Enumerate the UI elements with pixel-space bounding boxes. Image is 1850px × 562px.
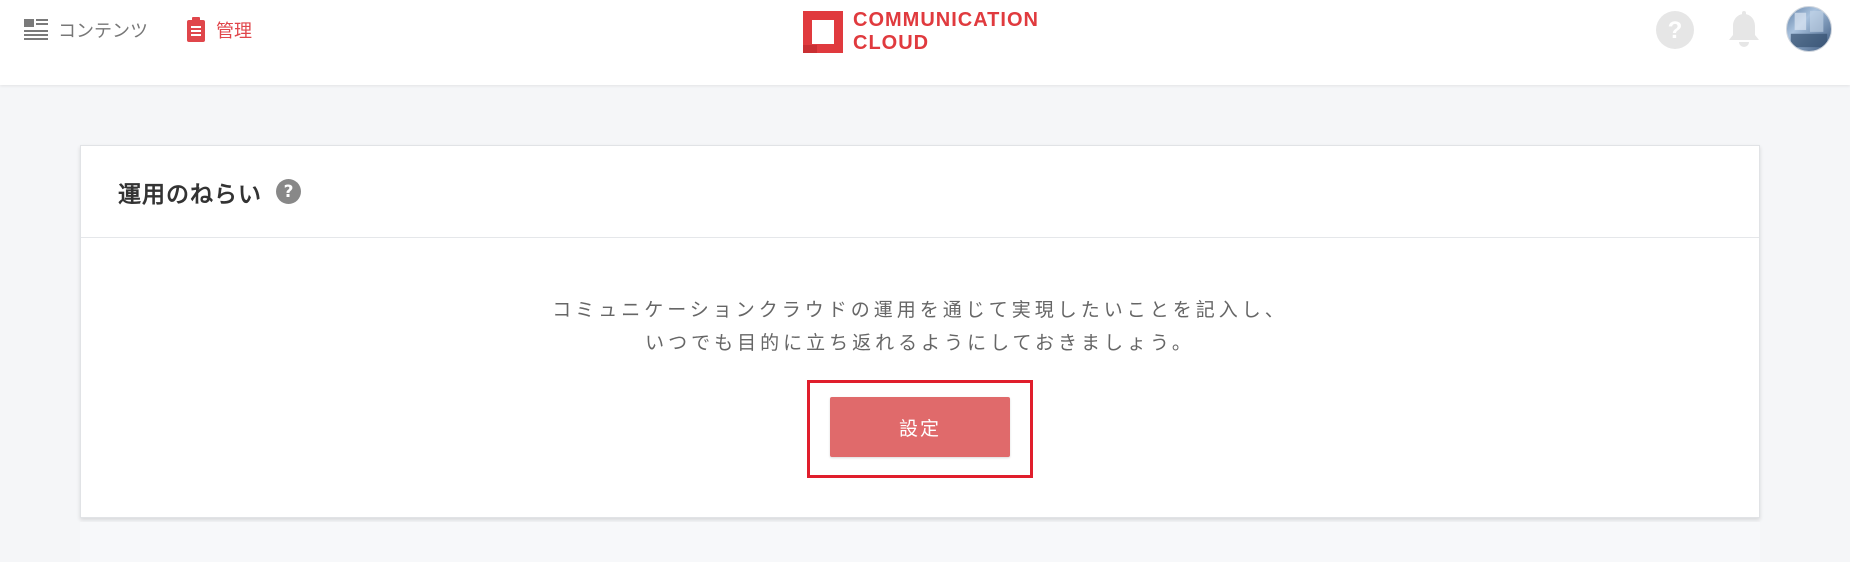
nav-admin[interactable]: 管理 (186, 14, 252, 46)
nav-contents-label: コンテンツ (58, 21, 148, 42)
card-description: コミュニケーションクラウドの運用を通じて実現したいことを記入し、 いつでも目的に… (81, 294, 1759, 360)
logo-line1: COMMUNICATION (853, 9, 1039, 31)
nav-contents[interactable]: コンテンツ (24, 14, 148, 46)
operation-goal-card: 運用のねらい ? コミュニケーションクラウドの運用を通じて実現したいことを記入し… (80, 145, 1760, 518)
logo-text: COMMUNICATION CLOUD (853, 9, 1039, 55)
svg-text:?: ? (1668, 17, 1683, 44)
logo-mark-icon (803, 11, 843, 53)
card-help-icon[interactable]: ? (276, 179, 301, 204)
setting-button[interactable]: 設定 (830, 397, 1010, 457)
card-header: 運用のねらい ? (81, 146, 1759, 238)
user-avatar[interactable] (1786, 6, 1832, 52)
next-card-edge (80, 522, 1760, 562)
card-title: 運用のねらい (118, 181, 262, 208)
description-line-1: コミュニケーションクラウドの運用を通じて実現したいことを記入し、 (552, 299, 1288, 321)
app-logo[interactable]: COMMUNICATION CLOUD (803, 9, 1039, 55)
nav-admin-label: 管理 (216, 21, 252, 42)
bell-icon (1729, 11, 1759, 47)
description-line-2: いつでも目的に立ち返れるようにしておきましょう。 (645, 332, 1195, 354)
list-icon (24, 19, 48, 40)
clipboard-icon (187, 17, 205, 42)
help-button[interactable]: ? (1655, 10, 1695, 50)
card-body: コミュニケーションクラウドの運用を通じて実現したいことを記入し、 いつでも目的に… (81, 238, 1759, 360)
logo-line2: CLOUD (853, 32, 930, 54)
help-icon: ? (1656, 11, 1694, 49)
avatar-photo-icon (1790, 10, 1828, 48)
notification-button[interactable] (1724, 10, 1764, 50)
top-header: コンテンツ 管理 COMMUNICATION CLOUD ? (0, 0, 1850, 85)
